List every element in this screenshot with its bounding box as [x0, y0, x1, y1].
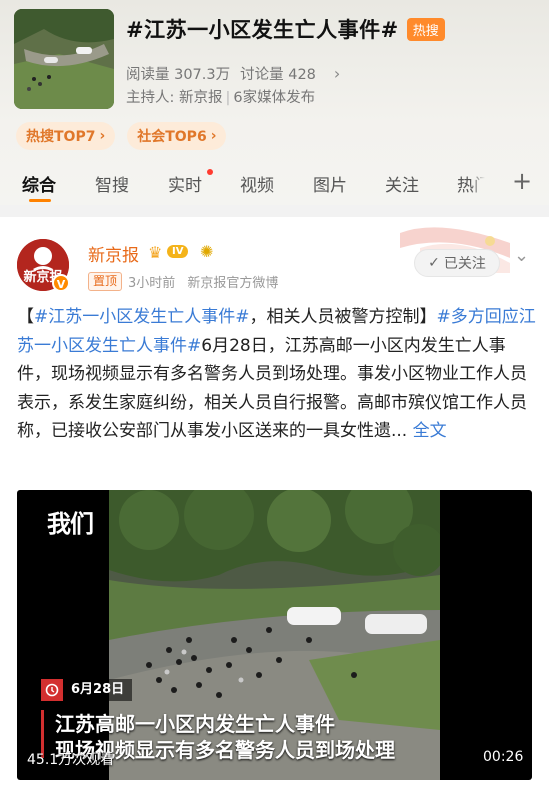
tab-video[interactable]: 视频 [240, 171, 274, 196]
new-dot-icon [207, 169, 213, 175]
clock-icon [41, 679, 63, 701]
text-open: 【 [17, 307, 34, 327]
pin-tag: 置顶 [88, 272, 123, 291]
host-info: 主持人: 新京报 | 6家媒体发布 [126, 90, 316, 106]
check-icon: ✓ [428, 255, 440, 271]
tab-images[interactable]: 图片 [313, 171, 347, 196]
topic-thumbnail[interactable] [14, 9, 114, 109]
rank-pill-society[interactable]: 社会TOP6 › [127, 122, 227, 150]
chevron-down-icon[interactable]: ⌄ [514, 245, 529, 266]
tab-smart-search[interactable]: 智搜 [95, 171, 129, 196]
tab-underline [29, 199, 51, 202]
discuss-count: 讨论量 428 [240, 67, 316, 83]
video-player[interactable]: 我们 6月28日 江苏高邮一小区内发生亡人事件 现场视频显示有多名警务人员到场处… [17, 490, 532, 780]
tab-hot[interactable]: 热门 [457, 171, 485, 196]
date-tag: 6月28日 [41, 679, 133, 701]
hashtag-link[interactable]: #江苏一小区发生亡人事件# [34, 307, 250, 327]
level-badge: IV [167, 245, 189, 258]
video-duration: 00:26 [483, 749, 524, 765]
date-text: 6月28日 [63, 679, 133, 701]
host-extra: 6家媒体发布 [233, 90, 316, 106]
rank-label: 社会TOP6 [137, 129, 207, 145]
text-mid: ，相关人员被警方控制】 [249, 307, 437, 327]
chevron-right-icon: › [210, 128, 217, 144]
tab-realtime[interactable]: 实时 [168, 171, 202, 196]
chevron-right-icon: › [333, 64, 341, 83]
hot-badge: 热搜 [406, 17, 445, 41]
tab-following[interactable]: 关注 [385, 171, 419, 196]
topic-stats[interactable]: 阅读量 307.3万 讨论量 428 › [126, 63, 340, 84]
post-meta: 3小时前 新京报官方微博 [128, 272, 286, 291]
topic-header: #江苏一小区发生亡人事件# 热搜 阅读量 307.3万 讨论量 428 › 主持… [0, 0, 549, 205]
verified-icon: V [52, 274, 70, 292]
user-name[interactable]: 新京报 [88, 241, 139, 266]
follow-label: 已关注 [443, 256, 486, 272]
tab-comprehensive[interactable]: 综合 [22, 171, 56, 196]
sun-icon: ✺ [200, 242, 214, 261]
chevron-right-icon: › [99, 128, 106, 144]
caption-line-1: 江苏高邮一小区内发生亡人事件 [55, 712, 335, 736]
post-time: 3小时前 [128, 276, 176, 291]
follow-button[interactable]: ✓ 已关注 [414, 249, 500, 277]
section-divider [0, 205, 549, 217]
post-source: 新京报官方微博 [187, 276, 279, 291]
host-label: 主持人: 新京报 [126, 90, 223, 106]
read-count: 阅读量 307.3万 [126, 67, 231, 83]
rank-pill-hot[interactable]: 热搜TOP7 › [16, 122, 116, 150]
post-text: 【#江苏一小区发生亡人事件#，相关人员被警方控制】#多方回应江苏一小区发生亡人事… [17, 303, 537, 446]
expand-link[interactable]: 全文 [407, 421, 447, 441]
plus-icon[interactable]: + [512, 167, 532, 195]
rank-row: 热搜TOP7 › 社会TOP6 › [16, 122, 227, 150]
brand-logo: 我们 [47, 510, 94, 538]
crown-icon: ♛ [148, 243, 163, 262]
topic-title: #江苏一小区发生亡人事件# [126, 18, 399, 42]
rank-label: 热搜TOP7 [26, 129, 96, 145]
post-card: 新京报 V 新京报 ♛ IV ✺ 置顶 3小时前 新京报官方微博 ✓ 已关注 ⌄… [0, 217, 549, 800]
tab-bar: 综合 智搜 实时 视频 图片 关注 热门 + [0, 165, 549, 205]
view-count: 45.1万次观看 [27, 752, 115, 768]
